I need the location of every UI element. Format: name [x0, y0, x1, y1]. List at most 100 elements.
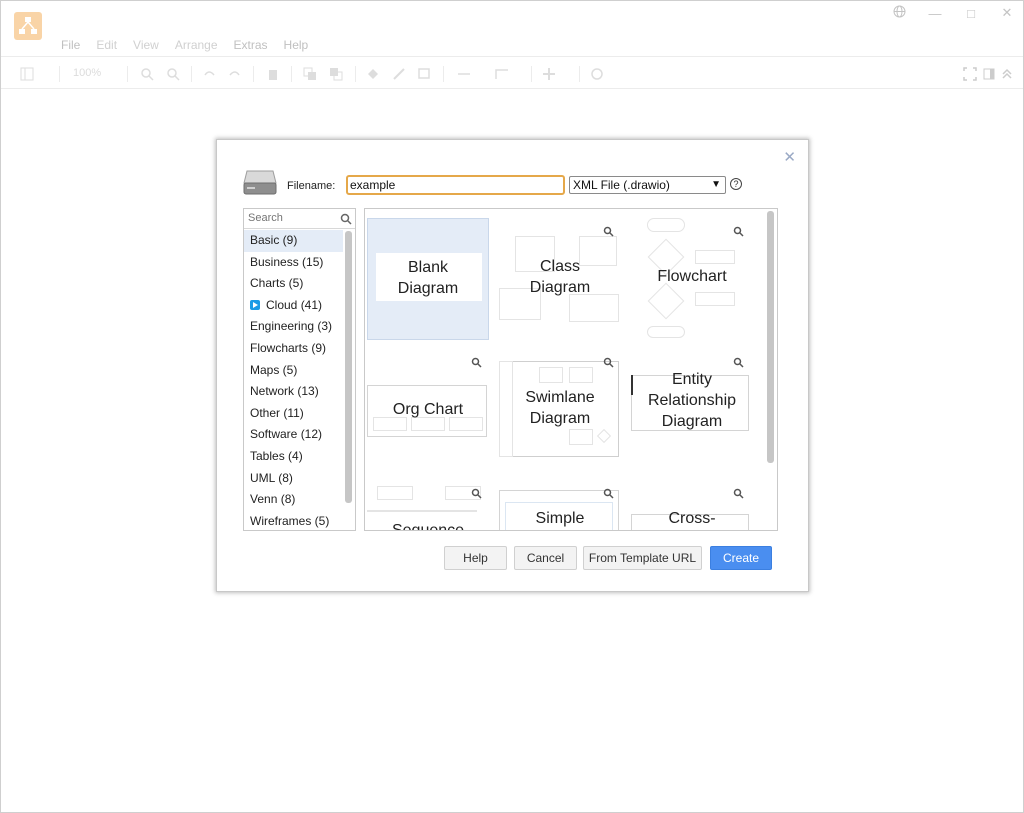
- help-icon[interactable]: ?: [730, 178, 742, 190]
- category-list: Basic (9) Business (15) Charts (5) Cloud…: [244, 230, 343, 530]
- zoom-icon[interactable]: [603, 355, 614, 368]
- menu-arrange[interactable]: Arrange: [167, 37, 226, 53]
- minimize-icon[interactable]: —: [927, 6, 943, 21]
- template-cross-functional[interactable]: Cross-: [631, 480, 753, 530]
- close-icon[interactable]: ✕: [999, 5, 1015, 21]
- template-label: Relationship: [647, 392, 737, 409]
- category-cloud-label: Cloud (41): [266, 297, 323, 312]
- toolbar-divider: [443, 66, 444, 82]
- redo-icon[interactable]: [228, 67, 242, 81]
- template-preview-shape: [569, 367, 593, 383]
- menu-view[interactable]: View: [125, 37, 167, 53]
- filename-label: Filename:: [287, 180, 336, 192]
- toolbar-divider: [191, 66, 192, 82]
- template-class-diagram[interactable]: Class Diagram: [499, 218, 621, 340]
- search-icon[interactable]: [340, 212, 352, 230]
- help-button[interactable]: Help: [444, 546, 507, 570]
- format-select[interactable]: XML File (.drawio) ▼: [569, 176, 726, 194]
- template-preview-shape: [695, 292, 735, 306]
- template-label: Sequence: [391, 522, 465, 531]
- category-business[interactable]: Business (15): [244, 252, 343, 274]
- zoom-icon[interactable]: [733, 486, 744, 499]
- template-label: Diagram: [529, 279, 591, 296]
- globe-icon[interactable]: [891, 5, 907, 21]
- fullscreen-icon[interactable]: [963, 67, 977, 81]
- shadow-icon[interactable]: [418, 67, 432, 81]
- menu-extras[interactable]: Extras: [226, 37, 276, 53]
- category-network[interactable]: Network (13): [244, 381, 343, 403]
- category-charts[interactable]: Charts (5): [244, 273, 343, 295]
- category-other[interactable]: Other (11): [244, 403, 343, 425]
- collapse-icon[interactable]: [1000, 67, 1014, 81]
- category-tables[interactable]: Tables (4): [244, 446, 343, 468]
- waypoints-icon[interactable]: [495, 67, 509, 81]
- to-back-icon[interactable]: [329, 67, 343, 81]
- template-label: Diagram: [661, 413, 723, 430]
- menu-file[interactable]: File: [53, 37, 88, 53]
- zoom-level[interactable]: 100%: [73, 67, 101, 79]
- category-flowcharts[interactable]: Flowcharts (9): [244, 338, 343, 360]
- cloud-expand-icon[interactable]: [250, 299, 260, 310]
- dialog-close-icon[interactable]: ✕: [783, 148, 796, 166]
- zoom-out-icon[interactable]: [166, 67, 180, 81]
- cancel-button[interactable]: Cancel: [514, 546, 577, 570]
- category-engineering[interactable]: Engineering (3): [244, 316, 343, 338]
- line-color-icon[interactable]: [392, 67, 406, 81]
- menu-edit[interactable]: Edit: [88, 37, 125, 53]
- connection-icon[interactable]: [457, 67, 471, 81]
- table-icon[interactable]: [590, 67, 604, 81]
- toolbar-divider: [531, 66, 532, 82]
- template-preview-shape: [647, 282, 685, 320]
- category-venn[interactable]: Venn (8): [244, 489, 343, 511]
- category-uml[interactable]: UML (8): [244, 468, 343, 490]
- fill-color-icon[interactable]: [366, 67, 380, 81]
- zoom-icon[interactable]: [733, 224, 744, 237]
- format-panel-icon[interactable]: [982, 67, 996, 81]
- sidebar-toggle-icon[interactable]: [20, 67, 34, 81]
- template-grid: Blank Diagram Class Diagram Flowchart Or…: [364, 208, 778, 531]
- template-label: Diagram: [529, 410, 591, 427]
- zoom-icon[interactable]: [733, 355, 744, 368]
- template-blank-diagram[interactable]: Blank Diagram: [367, 218, 489, 340]
- template-preview-shape: [647, 326, 685, 338]
- toolbar-divider: [59, 66, 60, 82]
- category-cloud[interactable]: Cloud (41): [244, 295, 343, 317]
- template-preview-shape: [367, 510, 477, 512]
- category-software[interactable]: Software (12): [244, 424, 343, 446]
- template-label: Class: [539, 258, 580, 275]
- toolbar: 100%: [1, 56, 1023, 89]
- category-basic[interactable]: Basic (9): [244, 230, 343, 252]
- to-front-icon[interactable]: [303, 67, 317, 81]
- maximize-icon[interactable]: □: [963, 6, 979, 21]
- category-maps[interactable]: Maps (5): [244, 360, 343, 382]
- template-org-chart[interactable]: Org Chart: [367, 349, 489, 471]
- category-wireframes[interactable]: Wireframes (5): [244, 511, 343, 530]
- insert-icon[interactable]: [542, 67, 556, 81]
- template-preview-shape: [569, 429, 593, 445]
- zoom-icon[interactable]: [471, 486, 482, 499]
- search-input[interactable]: [246, 210, 336, 226]
- template-entity-relationship-diagram[interactable]: Entity Relationship Diagram: [631, 349, 753, 471]
- template-flowchart[interactable]: Flowchart: [631, 218, 753, 340]
- from-template-url-button[interactable]: From Template URL: [583, 546, 702, 570]
- new-diagram-dialog: ✕ Filename: XML File (.drawio) ▼ ? Basic: [216, 139, 809, 592]
- template-label: Diagram: [397, 280, 459, 297]
- template-scrollbar[interactable]: [767, 211, 774, 463]
- undo-icon[interactable]: [202, 67, 216, 81]
- category-panel: Basic (9) Business (15) Charts (5) Cloud…: [243, 208, 356, 531]
- zoom-in-icon[interactable]: [140, 67, 154, 81]
- create-button[interactable]: Create: [710, 546, 772, 570]
- menu-help[interactable]: Help: [276, 37, 317, 53]
- filename-input[interactable]: [346, 175, 565, 195]
- category-scrollbar[interactable]: [345, 231, 352, 503]
- zoom-icon[interactable]: [603, 486, 614, 499]
- template-sequence[interactable]: Sequence: [367, 480, 489, 531]
- zoom-icon[interactable]: [471, 355, 482, 368]
- template-label: Org Chart: [392, 401, 464, 418]
- template-simple[interactable]: Simple: [499, 480, 621, 530]
- toolbar-divider: [127, 66, 128, 82]
- zoom-icon[interactable]: [603, 224, 614, 237]
- delete-icon[interactable]: [266, 67, 280, 81]
- template-preview-shape: [695, 250, 735, 264]
- template-swimlane-diagram[interactable]: Swimlane Diagram: [499, 349, 621, 471]
